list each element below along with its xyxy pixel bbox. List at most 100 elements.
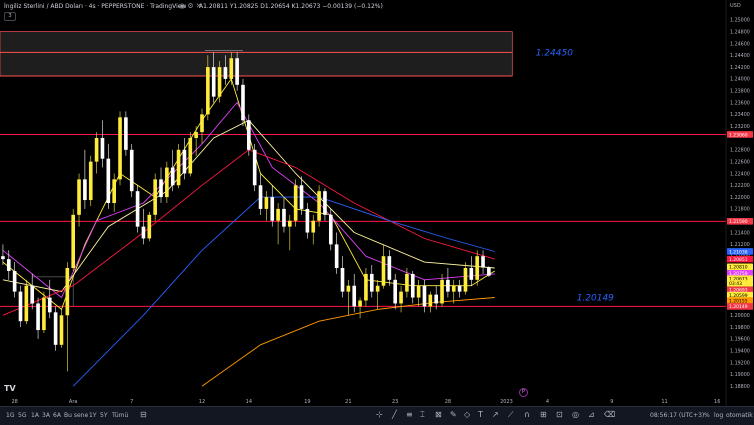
candle[interactable] (299, 185, 304, 209)
measure-icon[interactable]: ⊠ (435, 410, 442, 419)
candle[interactable] (100, 138, 105, 159)
candle[interactable] (118, 117, 122, 180)
candle[interactable] (1, 256, 5, 260)
candle[interactable] (416, 285, 421, 298)
log-toggle[interactable]: log (714, 412, 723, 419)
range-ytd[interactable]: Bu sene (64, 412, 88, 419)
candle[interactable] (369, 273, 374, 292)
candle[interactable] (334, 244, 339, 268)
candle[interactable] (475, 256, 479, 280)
candle[interactable] (129, 149, 134, 192)
candle[interactable] (6, 259, 11, 271)
candle[interactable] (182, 149, 187, 174)
candle[interactable] (481, 256, 485, 268)
candle[interactable] (457, 285, 462, 292)
candle[interactable] (352, 285, 357, 307)
trend-line-icon[interactable]: ╱ (392, 410, 397, 419)
settings-icon[interactable]: ⚙ (187, 2, 193, 10)
candle[interactable] (77, 179, 81, 215)
candle[interactable] (387, 256, 392, 280)
range-5y[interactable]: 5Y (100, 412, 107, 419)
ruler-icon[interactable]: ⊞ (540, 410, 547, 419)
candle[interactable] (211, 67, 216, 97)
candle[interactable] (323, 191, 327, 215)
candle[interactable] (170, 167, 175, 186)
candle[interactable] (42, 297, 46, 331)
candle[interactable] (328, 214, 333, 245)
candle[interactable] (194, 132, 198, 138)
candle[interactable] (487, 267, 491, 276)
brush-icon[interactable]: ✎ (450, 410, 457, 419)
candle[interactable] (159, 179, 163, 198)
clock[interactable]: 08:56:17 (UTC+3) (650, 412, 704, 419)
candle[interactable] (405, 273, 409, 292)
magnet-icon[interactable]: ∩ (524, 410, 530, 419)
candle[interactable] (36, 303, 40, 331)
candle[interactable] (47, 297, 52, 313)
candle[interactable] (53, 312, 58, 345)
lock-icon[interactable]: ⊡ (556, 410, 563, 419)
candle[interactable] (364, 273, 368, 301)
indicators-collapse-button[interactable]: 3 (4, 12, 16, 21)
candle[interactable] (223, 67, 228, 79)
candle[interactable] (422, 285, 427, 307)
range-all[interactable]: Tümü (112, 412, 128, 419)
eye-icon[interactable]: ◉ (179, 2, 185, 10)
candle[interactable] (112, 179, 116, 203)
candle[interactable] (258, 185, 263, 209)
alert-icon[interactable]: ⊿ (588, 410, 595, 419)
candle[interactable] (375, 285, 380, 292)
candle[interactable] (305, 208, 310, 233)
crosshair-icon[interactable]: ⊹ (376, 410, 383, 419)
candle[interactable] (463, 268, 468, 292)
candle[interactable] (153, 179, 157, 215)
price-chart[interactable]: 1.24450 1.20149 28 Ara 7 12 14 19 21 23 28 2023 4 9 1… (0, 0, 754, 406)
candle[interactable] (358, 300, 362, 307)
range-1d[interactable]: 1G (6, 412, 14, 419)
candle[interactable] (311, 220, 316, 233)
candle[interactable] (200, 114, 204, 133)
candle[interactable] (165, 167, 169, 198)
price-annotation-1[interactable]: 1.20149 (577, 294, 614, 304)
candle[interactable] (229, 58, 234, 79)
candle[interactable] (247, 120, 251, 150)
candle[interactable] (393, 279, 398, 304)
symbol-title[interactable]: İngiliz Sterlini / ABD Doları · 4s · PEP… (4, 3, 186, 10)
candle[interactable] (440, 279, 444, 304)
candle[interactable] (293, 185, 298, 221)
candle[interactable] (469, 268, 474, 280)
candle[interactable] (176, 149, 181, 186)
range-5d[interactable]: 5G (18, 412, 26, 419)
candle[interactable] (30, 285, 35, 304)
candle[interactable] (270, 197, 275, 221)
percent-toggle[interactable]: % (704, 412, 710, 419)
shape-icon[interactable]: ◇ (464, 410, 470, 419)
auto-toggle[interactable]: otomatik (726, 412, 753, 419)
event-marker[interactable]: P (519, 388, 528, 397)
candle[interactable] (317, 191, 321, 221)
tradingview-logo[interactable]: TV (4, 384, 16, 393)
candle[interactable] (252, 149, 257, 186)
candle[interactable] (241, 84, 245, 121)
range-3m[interactable]: 3A (42, 412, 50, 419)
forecast-icon[interactable]: ⟋ (508, 410, 514, 420)
candle[interactable] (65, 268, 70, 316)
visibility-icon[interactable]: ◎ (572, 410, 579, 419)
pattern-icon[interactable]: ⌶ (420, 410, 425, 420)
price-annotation-0[interactable]: 1.24450 (536, 48, 573, 58)
candle[interactable] (141, 226, 146, 239)
candle[interactable] (12, 270, 17, 292)
candle[interactable] (24, 285, 29, 322)
candle[interactable] (340, 268, 345, 292)
candle[interactable] (282, 208, 286, 227)
candle[interactable] (206, 67, 210, 115)
candle[interactable] (135, 191, 140, 227)
candle[interactable] (59, 315, 64, 345)
candle[interactable] (188, 138, 193, 174)
candle[interactable] (428, 294, 433, 307)
candle[interactable] (287, 220, 292, 227)
candle[interactable] (18, 291, 23, 322)
candle[interactable] (147, 214, 152, 239)
candle[interactable] (83, 179, 87, 201)
candle[interactable] (94, 138, 99, 162)
